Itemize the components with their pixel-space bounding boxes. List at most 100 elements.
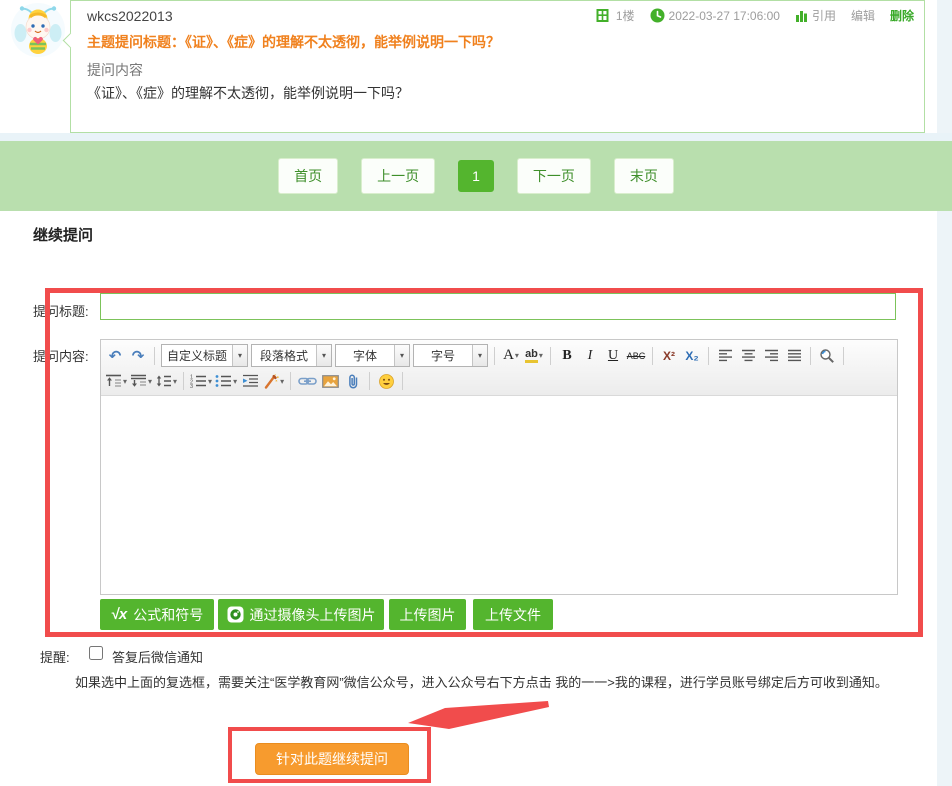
- underline-icon[interactable]: U: [603, 345, 623, 366]
- post-content-label: 提问内容: [87, 60, 143, 80]
- edit-link[interactable]: 编辑: [851, 7, 875, 24]
- toolbar-separator: [843, 347, 844, 365]
- post-username: wkcs2022013: [87, 8, 173, 24]
- undo-icon[interactable]: ↶: [105, 345, 125, 366]
- editor-toolbar-row-1: ↶ ↷ 自定义标题▾ 段落格式▾ 字体▾ 字号▾ A▾ ab▾ B I U AB…: [105, 342, 893, 369]
- toolbar-separator: [290, 372, 291, 390]
- toolbar-separator: [810, 347, 811, 365]
- bold-icon[interactable]: B: [557, 345, 577, 366]
- question-content-label: 提问内容:: [33, 346, 89, 365]
- camera-icon: [227, 606, 244, 623]
- toolbar-separator: [494, 347, 495, 365]
- floor-icon: [596, 9, 609, 22]
- image-icon[interactable]: [320, 371, 340, 392]
- editor-content-area[interactable]: [101, 396, 897, 594]
- align-center-icon[interactable]: [738, 345, 758, 366]
- pagination-bar: 首页 上一页 1 下一页 末页: [0, 141, 952, 211]
- indent-icon[interactable]: [240, 371, 260, 392]
- highlight-color-icon[interactable]: ab▾: [524, 345, 544, 366]
- post-card: wkcs2022013 1楼 2022-03-27 17:06:00 引用 编辑: [70, 0, 925, 133]
- user-avatar: [10, 2, 66, 58]
- chevron-down-icon: ▾: [515, 351, 519, 360]
- toolbar-separator: [154, 347, 155, 365]
- format-brush-icon[interactable]: ▾: [263, 371, 284, 392]
- section-divider: [0, 133, 952, 141]
- chevron-down-icon: ▾: [316, 345, 331, 366]
- chevron-down-icon: ▾: [232, 345, 247, 366]
- question-title-label: 提问标题:: [33, 301, 89, 320]
- toolbar-separator: [652, 347, 653, 365]
- bee-avatar-icon: [10, 2, 66, 58]
- font-family-dropdown[interactable]: 字体▾: [335, 344, 410, 367]
- continue-ask-submit-button[interactable]: 针对此题继续提问: [255, 743, 409, 775]
- toolbar-separator: [550, 347, 551, 365]
- pagination-last-button[interactable]: 末页: [614, 158, 674, 194]
- upload-file-button[interactable]: 上传文件: [473, 599, 553, 630]
- page-right-margin: [937, 0, 952, 786]
- ordered-list-icon[interactable]: 123▾: [190, 371, 212, 392]
- wechat-notify-label[interactable]: 答复后微信通知: [112, 647, 203, 666]
- align-left-icon[interactable]: [715, 345, 735, 366]
- pagination-prev-button[interactable]: 上一页: [361, 158, 435, 194]
- chevron-down-icon: ▾: [173, 377, 177, 386]
- chevron-down-icon: ▾: [123, 377, 127, 386]
- link-icon[interactable]: [297, 371, 317, 392]
- wechat-notice-text: 如果选中上面的复选框，需要关注“医学教育网”微信公众号，进入公众号右下方点击 我…: [75, 672, 925, 691]
- floor-label: 1楼: [616, 7, 635, 24]
- wechat-notify-checkbox[interactable]: [89, 646, 103, 660]
- chevron-down-icon: ▾: [148, 377, 152, 386]
- search-replace-icon[interactable]: [817, 345, 837, 366]
- chevron-down-icon: ▾: [539, 351, 543, 360]
- annotation-arrow: [400, 697, 552, 733]
- strikethrough-icon[interactable]: ABC: [626, 345, 646, 366]
- chevron-down-icon: ▾: [472, 345, 487, 366]
- formula-symbols-button[interactable]: √x 公式和符号: [100, 599, 214, 630]
- subscript-icon[interactable]: X₂: [682, 345, 702, 366]
- post-question-content: 《证》、《症》的理解不太透彻，能举例说明一下吗？: [87, 83, 409, 103]
- italic-icon[interactable]: I: [580, 345, 600, 366]
- chevron-down-icon: ▾: [233, 377, 237, 386]
- toolbar-separator: [708, 347, 709, 365]
- formula-icon: √x: [111, 606, 128, 623]
- chevron-down-icon: ▾: [280, 377, 284, 386]
- delete-link[interactable]: 删除: [890, 7, 914, 24]
- post-question-title: 主题提问标题：《证》、《症》的理解不太透彻，能举例说明一下吗？: [87, 32, 917, 52]
- emoji-icon[interactable]: [376, 371, 396, 392]
- paragraph-space-top-icon[interactable]: ▾: [105, 371, 127, 392]
- section-heading: 继续提问: [33, 224, 93, 245]
- chevron-down-icon: ▾: [208, 377, 212, 386]
- superscript-icon[interactable]: X²: [659, 345, 679, 366]
- remind-label: 提醒:: [40, 647, 70, 666]
- align-justify-icon[interactable]: [784, 345, 804, 366]
- unordered-list-icon[interactable]: ▾: [215, 371, 237, 392]
- pagination-current-page[interactable]: 1: [458, 160, 494, 192]
- question-title-input[interactable]: [100, 293, 896, 320]
- paragraph-format-dropdown[interactable]: 段落格式▾: [251, 344, 332, 367]
- post-timestamp: 2022-03-27 17:06:00: [669, 9, 780, 23]
- custom-title-dropdown[interactable]: 自定义标题▾: [161, 344, 248, 367]
- editor-toolbar-row-2: ▾ ▾ ▾ 123▾ ▾ ▾: [105, 369, 893, 393]
- upload-image-button[interactable]: 上传图片: [389, 599, 466, 630]
- font-size-dropdown[interactable]: 字号▾: [413, 344, 488, 367]
- toolbar-separator: [402, 372, 403, 390]
- pagination-next-button[interactable]: 下一页: [517, 158, 591, 194]
- toolbar-separator: [369, 372, 370, 390]
- toolbar-separator: [183, 372, 184, 390]
- pagination-first-button[interactable]: 首页: [278, 158, 338, 194]
- font-color-icon[interactable]: A▾: [501, 345, 521, 366]
- post-meta-bar: 1楼 2022-03-27 17:06:00 引用 编辑 删除: [596, 7, 914, 24]
- rich-text-editor: ↶ ↷ 自定义标题▾ 段落格式▾ 字体▾ 字号▾ A▾ ab▾ B I U AB…: [100, 339, 898, 595]
- editor-toolbar: ↶ ↷ 自定义标题▾ 段落格式▾ 字体▾ 字号▾ A▾ ab▾ B I U AB…: [101, 340, 897, 396]
- paragraph-space-bottom-icon[interactable]: ▾: [130, 371, 152, 392]
- camera-upload-button[interactable]: 通过摄像头上传图片: [218, 599, 384, 630]
- page: wkcs2022013 1楼 2022-03-27 17:06:00 引用 编辑: [0, 0, 952, 786]
- line-height-icon[interactable]: ▾: [155, 371, 177, 392]
- redo-icon[interactable]: ↷: [128, 345, 148, 366]
- quote-link[interactable]: 引用: [812, 7, 836, 24]
- quote-bars-icon: [795, 9, 808, 22]
- svg-text:3: 3: [190, 384, 193, 388]
- clock-icon: [650, 8, 665, 23]
- attachment-icon[interactable]: [343, 371, 363, 392]
- align-right-icon[interactable]: [761, 345, 781, 366]
- chevron-down-icon: ▾: [394, 345, 409, 366]
